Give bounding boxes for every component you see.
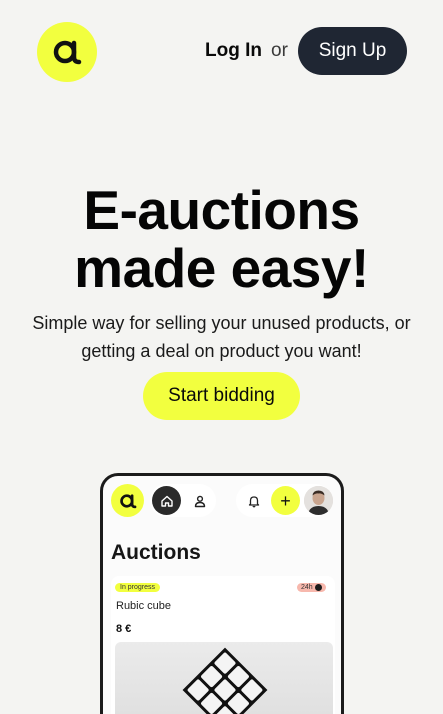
time-badge-label: 24h xyxy=(301,584,313,591)
preview-page-title: Auctions xyxy=(111,541,201,564)
hero-subtitle: Simple way for selling your unused produ… xyxy=(0,309,443,365)
hero-title-line1: E-auctions xyxy=(83,179,360,241)
signup-button[interactable]: Sign Up xyxy=(298,27,407,75)
plus-icon: + xyxy=(271,486,300,515)
avatar xyxy=(304,486,333,515)
user-icon xyxy=(185,486,214,515)
product-name: Rubic cube xyxy=(116,600,172,612)
home-glyph xyxy=(160,495,173,507)
preview-logo-icon xyxy=(111,484,144,517)
rubik-cube-picture xyxy=(182,647,268,714)
home-icon xyxy=(152,486,181,515)
product-image xyxy=(115,642,333,714)
app-preview-mockup: + Auctions In progress 24h Rubic cube 8 … xyxy=(100,473,344,714)
clock-icon xyxy=(314,584,322,591)
hero-subtitle-line2: getting a deal on product you want! xyxy=(81,341,362,361)
preview-logo-glyph xyxy=(119,493,136,508)
product-price: 8 € xyxy=(116,623,132,635)
status-badge: In progress xyxy=(115,583,161,592)
login-link[interactable]: Log In xyxy=(205,40,262,62)
bell-glyph xyxy=(248,495,259,507)
hero-subtitle-line1: Simple way for selling your unused produ… xyxy=(32,313,411,333)
time-badge: 24h xyxy=(297,583,326,592)
avatar-glyph xyxy=(304,486,333,515)
logo-icon[interactable] xyxy=(37,22,97,82)
start-bidding-button[interactable]: Start bidding xyxy=(143,372,300,420)
hero-title: E-auctions made easy! xyxy=(0,181,443,297)
bell-icon xyxy=(239,486,268,515)
user-glyph xyxy=(194,495,205,507)
or-separator: or xyxy=(271,40,288,61)
logo-glyph xyxy=(53,40,82,65)
hero-title-line2: made easy! xyxy=(74,237,369,299)
